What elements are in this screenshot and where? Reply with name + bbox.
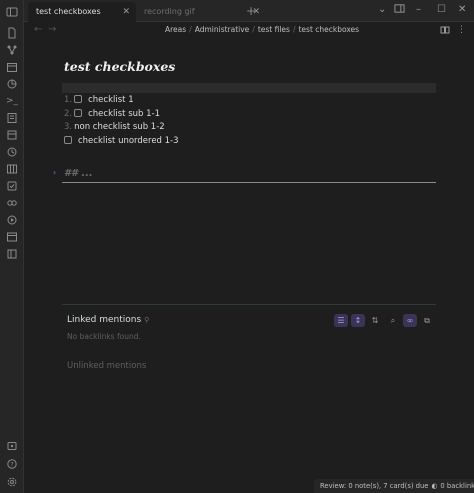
maximize-button[interactable]: ☐ [437, 3, 446, 17]
search-icon[interactable]: ⌕ [386, 314, 400, 327]
checkbox[interactable] [74, 109, 83, 117]
active-line-highlight [62, 83, 436, 93]
tab-label: test checkboxes [36, 7, 101, 16]
sidebar-toggle-icon[interactable] [6, 6, 18, 18]
checkbox[interactable] [64, 136, 72, 144]
review-status[interactable]: Review: 0 note(s), 7 card(s) due [320, 482, 428, 490]
list-number: 3. [64, 122, 73, 132]
close-window-button[interactable]: ✕ [458, 3, 466, 17]
status-bar: Review: 0 note(s), 7 card(s) due ◐ 0 backl… [314, 479, 474, 493]
list-item-text: checklist sub 1-1 [88, 109, 160, 119]
heading-placeholder: ## ... [64, 168, 93, 179]
no-backlinks-text: No backlinks found. [67, 332, 141, 341]
link-icon[interactable]: ∞ [403, 314, 417, 327]
vault-icon[interactable] [6, 440, 18, 452]
list-item-text: checklist 1 [88, 95, 134, 105]
minimize-button[interactable]: – [416, 3, 421, 17]
show-more-context-icon[interactable]: ↕ [351, 314, 365, 327]
backlinks-count[interactable]: 0 backlinks [440, 482, 474, 490]
tab-close-icon[interactable]: ✕ [122, 2, 130, 22]
document-icon[interactable] [6, 112, 18, 124]
tab-label: recording gif [144, 7, 195, 16]
reading-view-icon[interactable] [440, 25, 450, 35]
settings-gear-icon[interactable] [6, 476, 18, 488]
back-arrow-icon[interactable]: ← [34, 24, 42, 35]
breadcrumb-item[interactable]: test files [258, 25, 290, 34]
history-icon[interactable] [6, 146, 18, 158]
list-item-text: checklist unordered 1-3 [78, 136, 179, 146]
play-icon[interactable] [6, 214, 18, 226]
sync-icon[interactable]: ◐ [431, 482, 437, 490]
forward-arrow-icon[interactable]: → [48, 24, 56, 35]
unlinked-mentions-title[interactable]: Unlinked mentions [67, 361, 146, 371]
breadcrumb-item[interactable]: test checkboxes [298, 25, 359, 34]
plugin-icon[interactable] [6, 78, 18, 90]
pin-icon[interactable]: ⚲ [144, 316, 149, 324]
list-number: 1. [64, 95, 73, 105]
calendar-icon[interactable] [6, 61, 18, 73]
review-icon[interactable] [6, 180, 18, 192]
tab-test-checkboxes[interactable]: test checkboxes ✕ [28, 2, 136, 22]
linked-mentions-label: Linked mentions [67, 315, 142, 325]
backlinks-pane: Linked mentions ⚲ ☰ ↕ ⇅ ⌕ ∞ ⧉ No backlink… [62, 304, 436, 371]
tab-list-chevron-icon[interactable]: ⌄ [378, 3, 386, 17]
split-sidebar-icon[interactable] [394, 3, 405, 19]
kanban-icon[interactable] [6, 163, 18, 175]
breadcrumb-item[interactable]: Areas [165, 25, 186, 34]
list-number: 2. [64, 109, 73, 119]
checkbox[interactable] [74, 95, 83, 103]
breadcrumb-item[interactable]: Administrative [195, 25, 250, 34]
tab-bar: test checkboxes ✕ recording gif ✕ + ⌄ – … [24, 0, 474, 22]
list-item[interactable]: 1. checklist 1 [64, 95, 134, 105]
help-icon[interactable]: ? [6, 458, 18, 470]
breadcrumb: Areas / Administrative / test files / test che… [165, 25, 360, 34]
list-item[interactable]: checklist unordered 1-3 [64, 136, 179, 146]
canvas-icon[interactable] [6, 231, 18, 243]
list-item-text: non checklist sub 1-2 [74, 122, 165, 132]
linked-mentions-title[interactable]: Linked mentions ⚲ [67, 315, 149, 325]
copy-icon[interactable]: ⧉ [420, 314, 434, 327]
template-icon[interactable] [6, 129, 18, 141]
view-header: ← → Areas / Administrative / test files / test… [24, 22, 474, 40]
graph-icon[interactable] [6, 44, 18, 56]
collapse-results-icon[interactable]: ☰ [334, 314, 348, 327]
heading-line[interactable]: › ## ... [53, 167, 436, 183]
terminal-icon[interactable]: >_ [6, 95, 18, 107]
more-options-icon[interactable]: ⋮ [457, 25, 467, 35]
svg-text:?: ? [10, 460, 13, 468]
list-item[interactable]: 2. checklist sub 1-1 [64, 109, 160, 119]
note-title[interactable]: test checkboxes [64, 59, 175, 74]
left-ribbon: >_ ? [0, 0, 24, 493]
sort-icon[interactable]: ⇅ [368, 314, 382, 327]
files-icon[interactable] [6, 27, 18, 39]
new-tab-button[interactable]: + [246, 2, 256, 20]
link-icon[interactable] [6, 197, 18, 209]
bookmark-icon[interactable] [6, 248, 18, 260]
list-item[interactable]: 3. non checklist sub 1-2 [64, 122, 165, 132]
fold-chevron-icon[interactable]: › [53, 168, 56, 177]
